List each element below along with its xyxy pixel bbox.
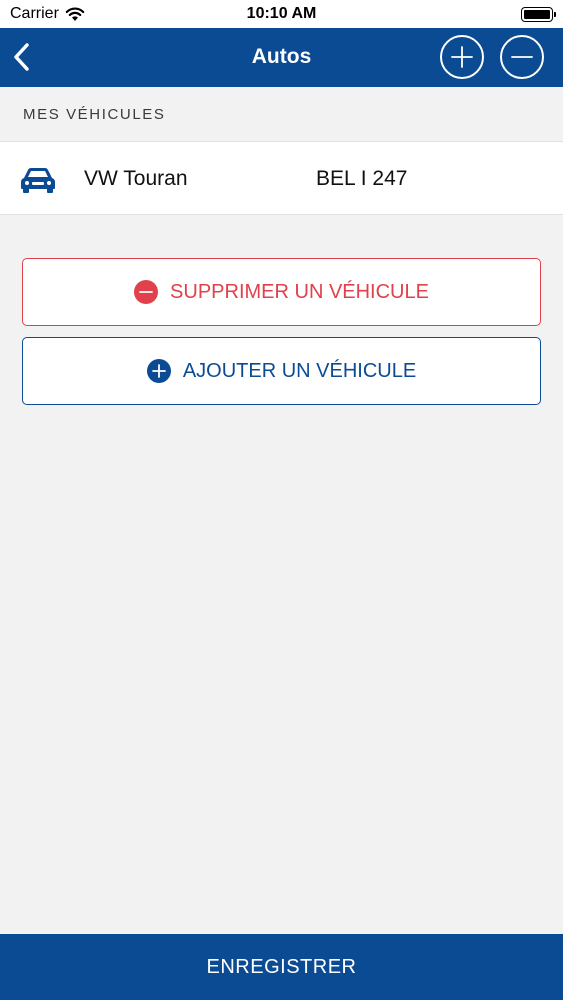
navigation-bar: Autos — [0, 28, 563, 87]
battery-fill — [524, 9, 550, 19]
delete-vehicle-label: SUPPRIMER UN VÉHICULE — [170, 280, 429, 303]
vehicle-plate: BEL I 247 — [316, 167, 408, 190]
add-vehicle-button[interactable]: AJOUTER UN VÉHICULE — [22, 337, 541, 405]
add-vehicle-label: AJOUTER UN VÉHICULE — [182, 359, 417, 382]
vehicle-list-item[interactable]: VW Touran BEL I 247 — [0, 141, 563, 215]
vehicle-name: VW Touran — [84, 167, 188, 190]
wifi-icon — [65, 7, 85, 21]
delete-vehicle-button[interactable]: SUPPRIMER UN VÉHICULE — [22, 258, 541, 326]
status-left: Carrier — [10, 5, 85, 23]
minus-circle-icon — [134, 280, 159, 304]
section-header: MES VÉHICULES — [0, 87, 563, 141]
remove-vehicle-minus-icon[interactable] — [500, 35, 544, 79]
battery-icon — [521, 6, 556, 22]
save-button[interactable]: ENREGISTRER — [0, 934, 563, 1000]
carrier-label: Carrier — [10, 5, 59, 22]
car-icon — [21, 168, 55, 193]
back-chevron-icon[interactable] — [8, 40, 38, 74]
status-bar: Carrier 10:10 AM — [0, 0, 563, 28]
plus-circle-icon — [146, 359, 171, 383]
add-vehicle-plus-icon[interactable] — [440, 35, 484, 79]
